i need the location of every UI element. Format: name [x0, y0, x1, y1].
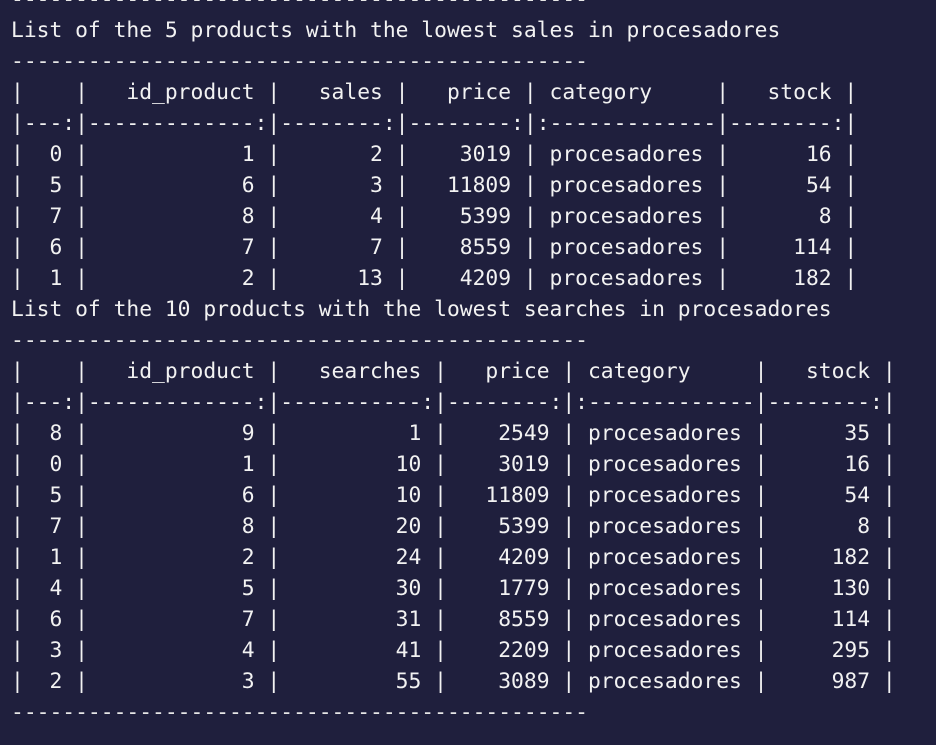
table-row: | 5 | 6 | 3 | 11809 | procesadores | 54 …: [11, 173, 858, 198]
table-row: | 6 | 7 | 7 | 8559 | procesadores | 114 …: [11, 235, 858, 260]
sales-table-align-row: |---:|-------------:|--------:|--------:…: [11, 111, 858, 136]
table-row: | 3 | 4 | 41 | 2209 | procesadores | 295…: [11, 638, 896, 663]
table-row: | 8 | 9 | 1 | 2549 | procesadores | 35 |: [11, 421, 896, 446]
sales-table-header: | | id_product | sales | price | categor…: [11, 80, 858, 105]
separator-line: ----------------------------------------…: [11, 328, 588, 353]
sales-heading: List of the 5 products with the lowest s…: [11, 18, 781, 43]
table-row: | 1 | 2 | 24 | 4209 | procesadores | 182…: [11, 545, 896, 570]
separator-line: ----------------------------------------…: [11, 700, 588, 725]
table-row: | 5 | 6 | 10 | 11809 | procesadores | 54…: [11, 483, 896, 508]
separator-line: ----------------------------------------…: [11, 0, 936, 15]
table-row: | 0 | 1 | 2 | 3019 | procesadores | 16 |: [11, 142, 858, 167]
searches-heading: List of the 10 products with the lowest …: [11, 297, 832, 322]
terminal-output: ----------------------------------------…: [0, 0, 936, 729]
searches-table-header: | | id_product | searches | price | cate…: [11, 359, 896, 384]
table-row: | 1 | 2 | 13 | 4209 | procesadores | 182…: [11, 266, 858, 291]
table-row: | 6 | 7 | 31 | 8559 | procesadores | 114…: [11, 607, 896, 632]
table-row: | 2 | 3 | 55 | 3089 | procesadores | 987…: [11, 669, 896, 694]
separator-line: ----------------------------------------…: [11, 49, 588, 74]
table-row: | 4 | 5 | 30 | 1779 | procesadores | 130…: [11, 576, 896, 601]
table-row: | 7 | 8 | 4 | 5399 | procesadores | 8 |: [11, 204, 858, 229]
table-row: | 0 | 1 | 10 | 3019 | procesadores | 16 …: [11, 452, 896, 477]
table-row: | 7 | 8 | 20 | 5399 | procesadores | 8 |: [11, 514, 896, 539]
searches-table-align-row: |---:|-------------:|-----------:|------…: [11, 390, 896, 415]
